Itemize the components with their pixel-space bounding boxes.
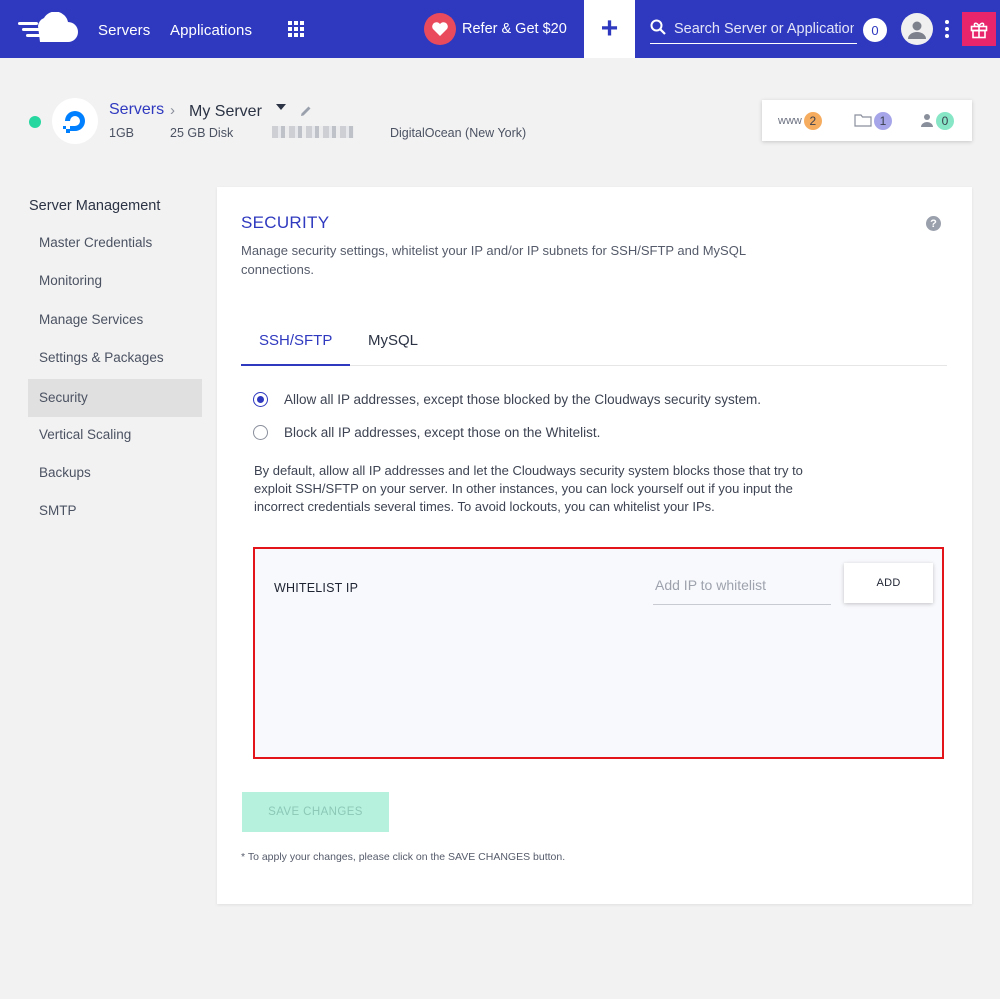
tab-ssh-sftp[interactable]: SSH/SFTP: [241, 318, 351, 366]
notification-count-badge[interactable]: 0: [863, 18, 887, 42]
user-icon: [908, 21, 926, 39]
option-allow-all[interactable]: Allow all IP addresses, except those blo…: [253, 392, 761, 407]
server-disk: 25 GB Disk: [170, 126, 234, 140]
refer-label: Refer & Get $20: [462, 21, 567, 37]
apps-grid-icon[interactable]: [288, 21, 304, 37]
whitelist-ip-section: WHITELIST IP ADD: [253, 547, 944, 759]
option-block-all[interactable]: Block all IP addresses, except those on …: [253, 425, 600, 440]
nav-applications-link[interactable]: Applications: [170, 22, 252, 39]
whitelist-ip-label: WHITELIST IP: [274, 581, 359, 595]
sidebar-item-smtp[interactable]: SMTP: [28, 492, 202, 530]
save-footnote: * To apply your changes, please click on…: [241, 851, 566, 863]
allow-all-label: Allow all IP addresses, except those blo…: [284, 392, 761, 407]
sidebar-item-manage-services[interactable]: Manage Services: [28, 301, 202, 339]
server-status-indicator: [29, 116, 41, 128]
save-changes-button[interactable]: SAVE CHANGES: [242, 792, 389, 832]
security-panel: SECURITY ? Manage security settings, whi…: [217, 187, 972, 904]
gift-icon[interactable]: [962, 12, 996, 46]
sidebar-title: Server Management: [29, 198, 161, 214]
digitalocean-logo-icon: [52, 98, 98, 144]
breadcrumb-servers-link[interactable]: Servers: [109, 101, 164, 119]
server-resource-counts: www 2 1 0: [762, 100, 972, 141]
add-ip-button[interactable]: ADD: [844, 563, 933, 603]
sidebar-item-vertical-scaling[interactable]: Vertical Scaling: [28, 416, 202, 454]
allow-all-radio[interactable]: [253, 392, 268, 407]
breadcrumb-chevron-icon: ›: [170, 102, 175, 119]
files-count-badge: 1: [874, 112, 892, 130]
block-all-radio[interactable]: [253, 425, 268, 440]
sidebar-item-security[interactable]: Security: [28, 379, 202, 417]
search-icon: [650, 19, 666, 40]
plus-icon: +: [600, 12, 619, 45]
search-input[interactable]: [674, 21, 854, 37]
sidebar-item-monitoring[interactable]: Monitoring: [28, 262, 202, 300]
page-title: SECURITY: [241, 213, 330, 232]
refer-button[interactable]: Refer & Get $20: [424, 13, 567, 45]
security-tabs: SSH/SFTP MySQL: [241, 318, 947, 366]
sidebar-item-backups[interactable]: Backups: [28, 454, 202, 492]
applications-count[interactable]: www 2: [778, 112, 822, 130]
applications-count-badge: 2: [803, 112, 822, 130]
server-name: My Server: [189, 103, 262, 120]
tab-mysql[interactable]: MySQL: [350, 318, 436, 366]
user-icon: [920, 113, 934, 130]
sidebar-item-settings-packages[interactable]: Settings & Packages: [28, 339, 202, 377]
add-new-button[interactable]: +: [584, 0, 635, 58]
cloudways-logo-icon[interactable]: [18, 11, 80, 46]
server-provider: DigitalOcean (New York): [390, 126, 527, 140]
www-icon: www: [778, 115, 802, 127]
nav-servers-link[interactable]: Servers: [98, 22, 150, 39]
users-count-badge: 0: [936, 112, 954, 130]
heart-icon: [424, 13, 456, 45]
help-icon[interactable]: ?: [926, 216, 941, 231]
files-count[interactable]: 1: [854, 112, 892, 130]
folder-icon: [854, 113, 872, 130]
server-ram: 1GB: [109, 126, 135, 140]
search-bar: [650, 15, 857, 44]
whitelist-ip-input[interactable]: [653, 565, 831, 605]
server-ip-redacted: [272, 126, 354, 138]
sidebar-item-master-credentials[interactable]: Master Credentials: [28, 224, 202, 262]
users-count[interactable]: 0: [920, 112, 954, 130]
security-info-text: By default, allow all IP addresses and l…: [254, 463, 803, 514]
more-menu-icon[interactable]: [945, 20, 949, 38]
top-navigation-bar: Servers Applications Refer & Get $20 + 0: [0, 0, 1000, 58]
edit-server-name-icon[interactable]: [300, 104, 312, 122]
server-switch-caret-icon[interactable]: [276, 104, 286, 110]
user-avatar[interactable]: [901, 13, 933, 45]
block-all-label: Block all IP addresses, except those on …: [284, 425, 601, 440]
security-description: Manage security settings, whitelist your…: [241, 243, 746, 277]
